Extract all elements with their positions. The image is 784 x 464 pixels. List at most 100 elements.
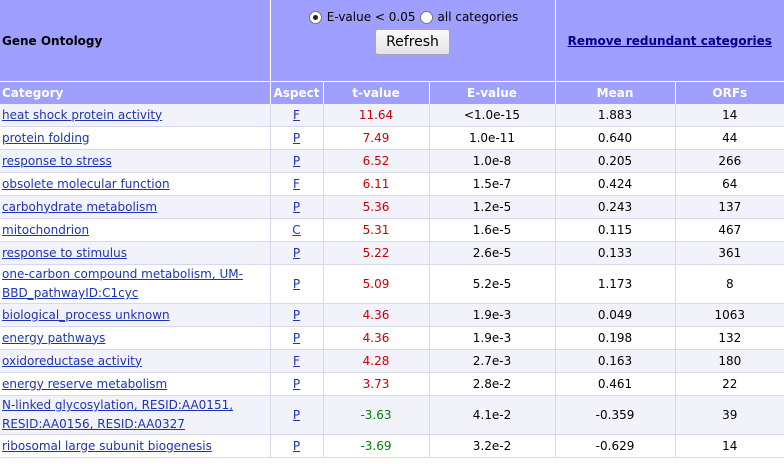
table-row: heat shock protein activity F 11.64 <1.0… bbox=[0, 104, 784, 127]
col-header-tvalue[interactable]: t-value bbox=[322, 81, 429, 104]
aspect-link[interactable]: P bbox=[293, 331, 300, 345]
table-row: response to stress P 6.52 1.0e-8 0.205 2… bbox=[0, 149, 784, 173]
category-link[interactable]: energy pathways bbox=[2, 331, 105, 345]
aspect-link[interactable]: F bbox=[293, 177, 300, 191]
aspect-link[interactable]: F bbox=[293, 354, 300, 368]
orfs-cell: 467 bbox=[674, 218, 784, 242]
refresh-button[interactable]: Refresh bbox=[375, 29, 450, 55]
aspect-link[interactable]: P bbox=[293, 200, 300, 214]
page-title: Gene Ontology bbox=[0, 0, 270, 82]
category-link[interactable]: ribosomal large subunit biogenesis bbox=[2, 439, 212, 453]
mean-cell: 0.049 bbox=[554, 303, 676, 327]
radio-evalue-label: E-value < 0.05 bbox=[326, 10, 416, 24]
evalue-cell: 3.2e-2 bbox=[428, 434, 556, 458]
orfs-cell: 137 bbox=[674, 195, 784, 219]
orfs-cell: 44 bbox=[674, 126, 784, 150]
evalue-cell: 2.7e-3 bbox=[428, 349, 556, 373]
category-link[interactable]: biological_process unknown bbox=[2, 308, 170, 322]
evalue-cell: 1.0e-11 bbox=[428, 126, 556, 150]
table-row: mitochondrion C 5.31 1.6e-5 0.115 467 bbox=[0, 218, 784, 242]
col-header-evalue[interactable]: E-value bbox=[428, 81, 556, 104]
table-row: oxidoreductase activity F 4.28 2.7e-3 0.… bbox=[0, 349, 784, 373]
aspect-link[interactable]: P bbox=[293, 308, 300, 322]
orfs-cell: 266 bbox=[674, 149, 784, 173]
table-row: biological_process unknown P 4.36 1.9e-3… bbox=[0, 303, 784, 327]
category-link[interactable]: response to stimulus bbox=[2, 246, 127, 260]
col-header-orfs[interactable]: ORFs bbox=[674, 81, 784, 104]
orfs-cell: 361 bbox=[674, 241, 784, 265]
evalue-cell: 2.8e-2 bbox=[428, 372, 556, 396]
table-row: energy pathways P 4.36 1.9e-3 0.198 132 bbox=[0, 326, 784, 350]
tvalue-cell: -3.63 bbox=[322, 395, 429, 435]
table-row: response to stimulus P 5.22 2.6e-5 0.133… bbox=[0, 241, 784, 265]
aspect-link[interactable]: P bbox=[293, 408, 300, 422]
table-row: obsolete molecular function F 6.11 1.5e-… bbox=[0, 172, 784, 196]
mean-cell: 1.173 bbox=[554, 264, 676, 304]
evalue-cell: 1.0e-8 bbox=[428, 149, 556, 173]
evalue-cell: 2.6e-5 bbox=[428, 241, 556, 265]
col-header-aspect[interactable]: Aspect bbox=[269, 81, 323, 104]
table-row: carbohydrate metabolism P 5.36 1.2e-5 0.… bbox=[0, 195, 784, 219]
aspect-link[interactable]: P bbox=[293, 377, 300, 391]
orfs-cell: 8 bbox=[674, 264, 784, 304]
tvalue-cell: 5.09 bbox=[322, 264, 429, 304]
orfs-cell: 14 bbox=[674, 434, 784, 458]
evalue-cell: <1.0e-15 bbox=[428, 104, 556, 127]
evalue-cell: 5.2e-5 bbox=[428, 264, 556, 304]
table-row: energy reserve metabolism P 3.73 2.8e-2 … bbox=[0, 372, 784, 396]
category-link[interactable]: energy reserve metabolism bbox=[2, 377, 167, 391]
radio-all-categories[interactable] bbox=[419, 10, 433, 24]
tvalue-cell: 4.36 bbox=[322, 303, 429, 327]
aspect-link[interactable]: P bbox=[293, 439, 300, 453]
mean-cell: 0.461 bbox=[554, 372, 676, 396]
category-link[interactable]: protein folding bbox=[2, 131, 90, 145]
category-link[interactable]: obsolete molecular function bbox=[2, 177, 170, 191]
category-link[interactable]: mitochondrion bbox=[2, 223, 89, 237]
evalue-cell: 1.6e-5 bbox=[428, 218, 556, 242]
mean-cell: 0.424 bbox=[554, 172, 676, 196]
mean-cell: -0.359 bbox=[554, 395, 676, 435]
col-header-mean[interactable]: Mean bbox=[554, 81, 676, 104]
evalue-cell: 1.9e-3 bbox=[428, 326, 556, 350]
category-link[interactable]: carbohydrate metabolism bbox=[2, 200, 157, 214]
mean-cell: -0.629 bbox=[554, 434, 676, 458]
category-link[interactable]: heat shock protein activity bbox=[2, 108, 162, 122]
mean-cell: 1.883 bbox=[554, 104, 676, 127]
orfs-cell: 1063 bbox=[674, 303, 784, 327]
aspect-link[interactable]: C bbox=[292, 223, 300, 237]
tvalue-cell: 6.11 bbox=[322, 172, 429, 196]
mean-cell: 0.115 bbox=[554, 218, 676, 242]
orfs-cell: 132 bbox=[674, 326, 784, 350]
aspect-link[interactable]: F bbox=[293, 108, 300, 122]
category-link[interactable]: response to stress bbox=[2, 154, 112, 168]
mean-cell: 0.205 bbox=[554, 149, 676, 173]
evalue-cell: 1.2e-5 bbox=[428, 195, 556, 219]
aspect-link[interactable]: P bbox=[293, 131, 300, 145]
aspect-link[interactable]: P bbox=[293, 154, 300, 168]
tvalue-cell: 5.36 bbox=[322, 195, 429, 219]
orfs-cell: 14 bbox=[674, 104, 784, 127]
table-row: one-carbon compound metabolism, UM-BBD_p… bbox=[0, 264, 784, 304]
table-row: protein folding P 7.49 1.0e-11 0.640 44 bbox=[0, 126, 784, 150]
remove-redundant-link[interactable]: Remove redundant categories bbox=[568, 34, 772, 48]
category-link[interactable]: N-linked glycosylation, RESID:AA0151, RE… bbox=[2, 398, 233, 431]
evalue-cell: 4.1e-2 bbox=[428, 395, 556, 435]
aspect-link[interactable]: P bbox=[293, 277, 300, 291]
col-header-category[interactable]: Category bbox=[0, 81, 270, 104]
remove-redundant-cell: Remove redundant categories bbox=[555, 0, 784, 82]
tvalue-cell: 3.73 bbox=[322, 372, 429, 396]
category-link[interactable]: one-carbon compound metabolism, UM-BBD_p… bbox=[2, 267, 243, 300]
tvalue-cell: 11.64 bbox=[322, 104, 429, 127]
radio-evalue[interactable] bbox=[308, 10, 322, 24]
filter-controls: E-value < 0.05 all categories Refresh bbox=[269, 0, 556, 82]
aspect-link[interactable]: P bbox=[293, 246, 300, 260]
table-row: N-linked glycosylation, RESID:AA0151, RE… bbox=[0, 395, 784, 435]
evalue-cell: 1.9e-3 bbox=[428, 303, 556, 327]
tvalue-cell: -3.69 bbox=[322, 434, 429, 458]
evalue-cell: 1.5e-7 bbox=[428, 172, 556, 196]
tvalue-cell: 4.28 bbox=[322, 349, 429, 373]
mean-cell: 0.133 bbox=[554, 241, 676, 265]
category-link[interactable]: oxidoreductase activity bbox=[2, 354, 142, 368]
tvalue-cell: 5.22 bbox=[322, 241, 429, 265]
mean-cell: 0.640 bbox=[554, 126, 676, 150]
